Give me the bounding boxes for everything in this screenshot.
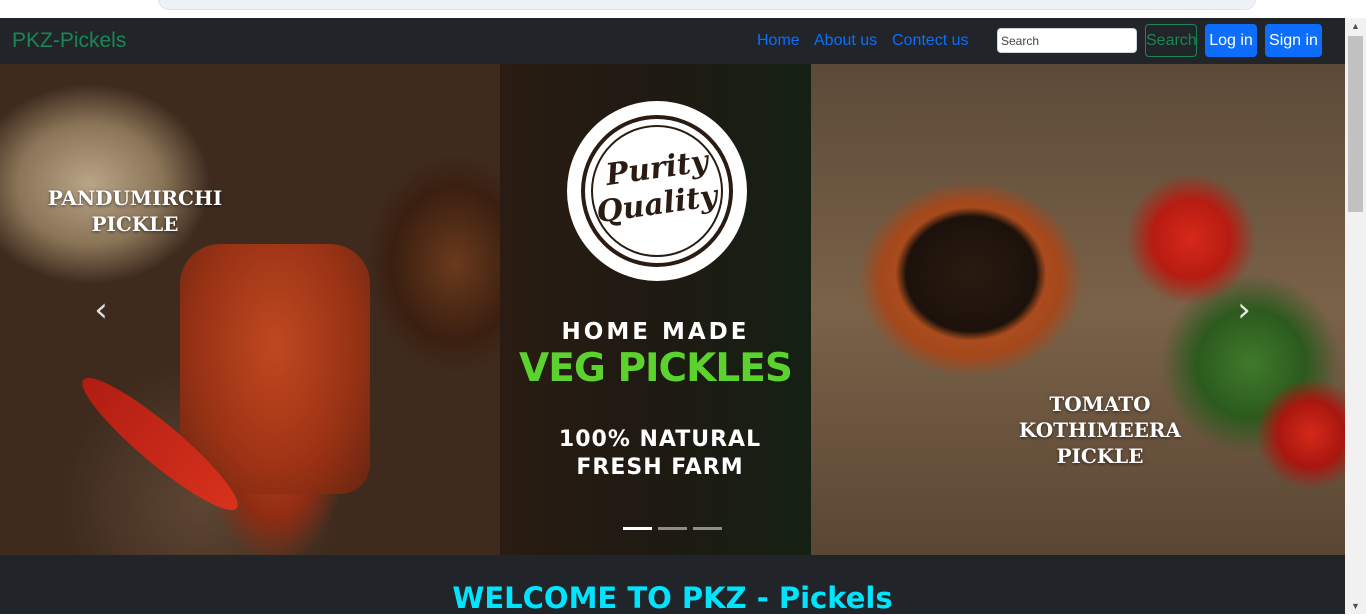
natural-fresh-text: 100% NATURAL FRESH FARM [558,427,762,480]
brand-logo[interactable]: PKZ-Pickels [12,29,126,53]
login-button[interactable]: Log in [1205,24,1257,57]
chevron-right-icon[interactable]: › [1229,292,1259,328]
search-input[interactable] [997,28,1137,53]
carousel-indicator-1[interactable] [623,527,652,530]
scroll-down-icon[interactable]: ▼ [1345,598,1366,614]
purity-quality-seal: Purity Quality [567,101,747,281]
scroll-up-icon[interactable]: ▲ [1345,18,1366,34]
left-pickle-label: PANDUMIRCHI PICKLE [47,186,223,236]
signin-button[interactable]: Sign in [1265,24,1322,57]
carousel-indicators [623,527,722,531]
browser-top-strip [0,0,1366,18]
veg-pickles-heading: VEG PICKLES [519,346,793,391]
welcome-heading: WELCOME TO PKZ - Pickels [452,581,893,615]
search-button[interactable]: Search [1145,24,1197,57]
page-scrollbar[interactable]: ▲ ▼ [1345,18,1366,614]
chevron-left-icon[interactable]: ‹ [86,292,116,328]
home-made-text: HOME MADE [561,319,750,345]
right-pickle-label: TOMATO KOTHIMEERA PICKLE [1018,392,1182,468]
navbar: PKZ-Pickels Home About us Contect us Sea… [0,18,1345,64]
pickle-jar-image [180,244,370,494]
scroll-thumb[interactable] [1348,36,1363,212]
welcome-section: WELCOME TO PKZ - Pickels [0,555,1345,615]
nav-link-home[interactable]: Home [757,32,800,50]
carousel-indicator-2[interactable] [658,527,687,530]
carousel-indicator-3[interactable] [693,527,722,530]
nav-link-contact[interactable]: Contect us [892,32,968,50]
nav-link-about[interactable]: About us [814,32,877,50]
pandumirchi-pickle-image [0,64,500,555]
address-bar[interactable] [158,0,1256,10]
tomato-pickle-image [811,64,1345,555]
